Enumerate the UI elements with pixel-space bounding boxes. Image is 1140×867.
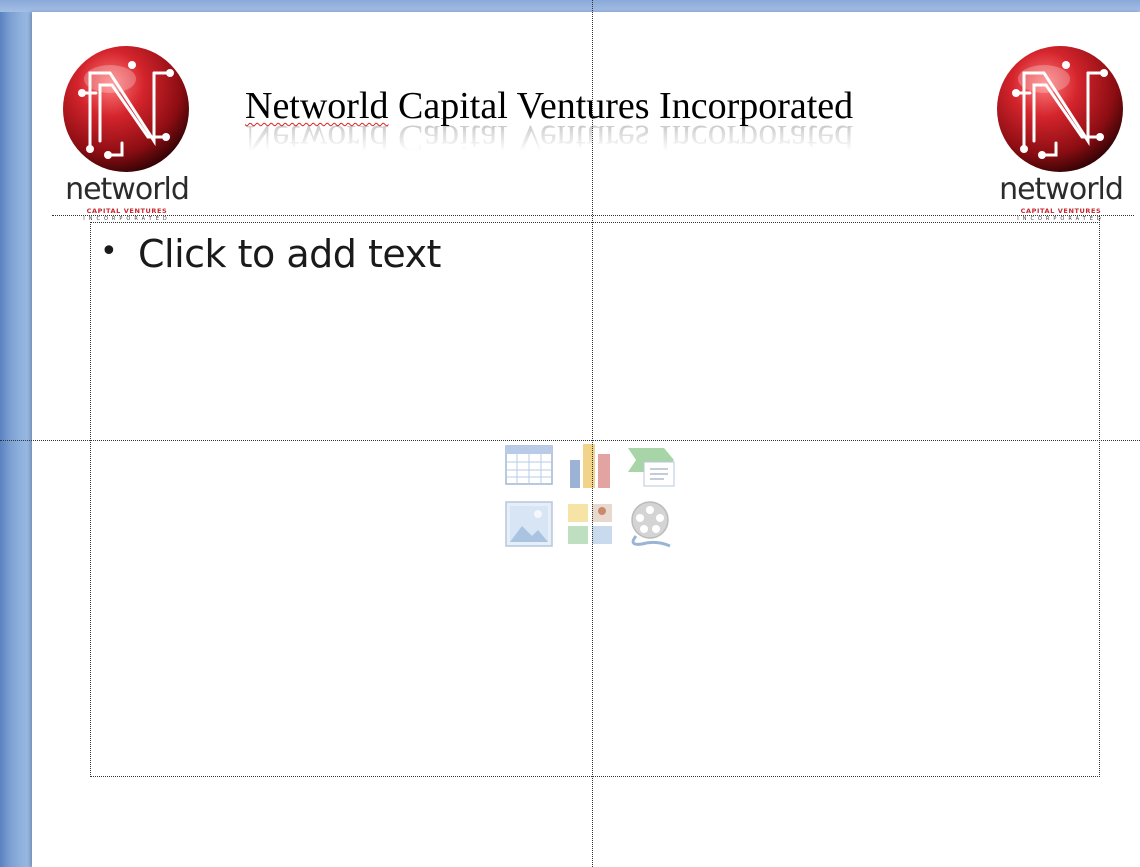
insert-table-icon[interactable] <box>504 442 554 490</box>
workspace-top-band <box>0 0 1140 12</box>
networld-logo-right: networld CAPITAL VENTURES INCORPORATED <box>986 45 1136 230</box>
logo-tagline: CAPITAL VENTURES <box>86 207 168 215</box>
body-text-placeholder[interactable]: • Click to add text <box>100 232 441 276</box>
insert-clipart-icon[interactable] <box>566 500 616 548</box>
title-placeholder-border <box>52 215 1134 216</box>
networld-sphere-icon <box>997 46 1123 172</box>
insert-smartart-icon[interactable] <box>626 442 676 490</box>
networld-sphere-icon <box>63 46 189 172</box>
logo-wordmark: networld <box>65 172 190 207</box>
body-placeholder-text: Click to add text <box>138 232 441 276</box>
logo-wordmark: networld <box>999 172 1124 207</box>
networld-logo-left: networld CAPITAL VENTURES INCORPORATED <box>52 45 202 230</box>
logo-tagline: CAPITAL VENTURES <box>1020 207 1102 215</box>
insert-picture-icon[interactable] <box>504 500 554 548</box>
bullet-icon: • <box>100 234 118 269</box>
insert-media-icon[interactable] <box>626 500 676 548</box>
slide-title-placeholder[interactable]: Networld Capital Ventures Incorporated N… <box>245 84 965 174</box>
horizontal-guide[interactable] <box>0 440 1140 441</box>
slide-title-reflection: Networld Capital Ventures Incorporated <box>245 117 854 159</box>
insert-chart-icon[interactable] <box>566 442 616 490</box>
vertical-guide[interactable] <box>592 0 593 867</box>
